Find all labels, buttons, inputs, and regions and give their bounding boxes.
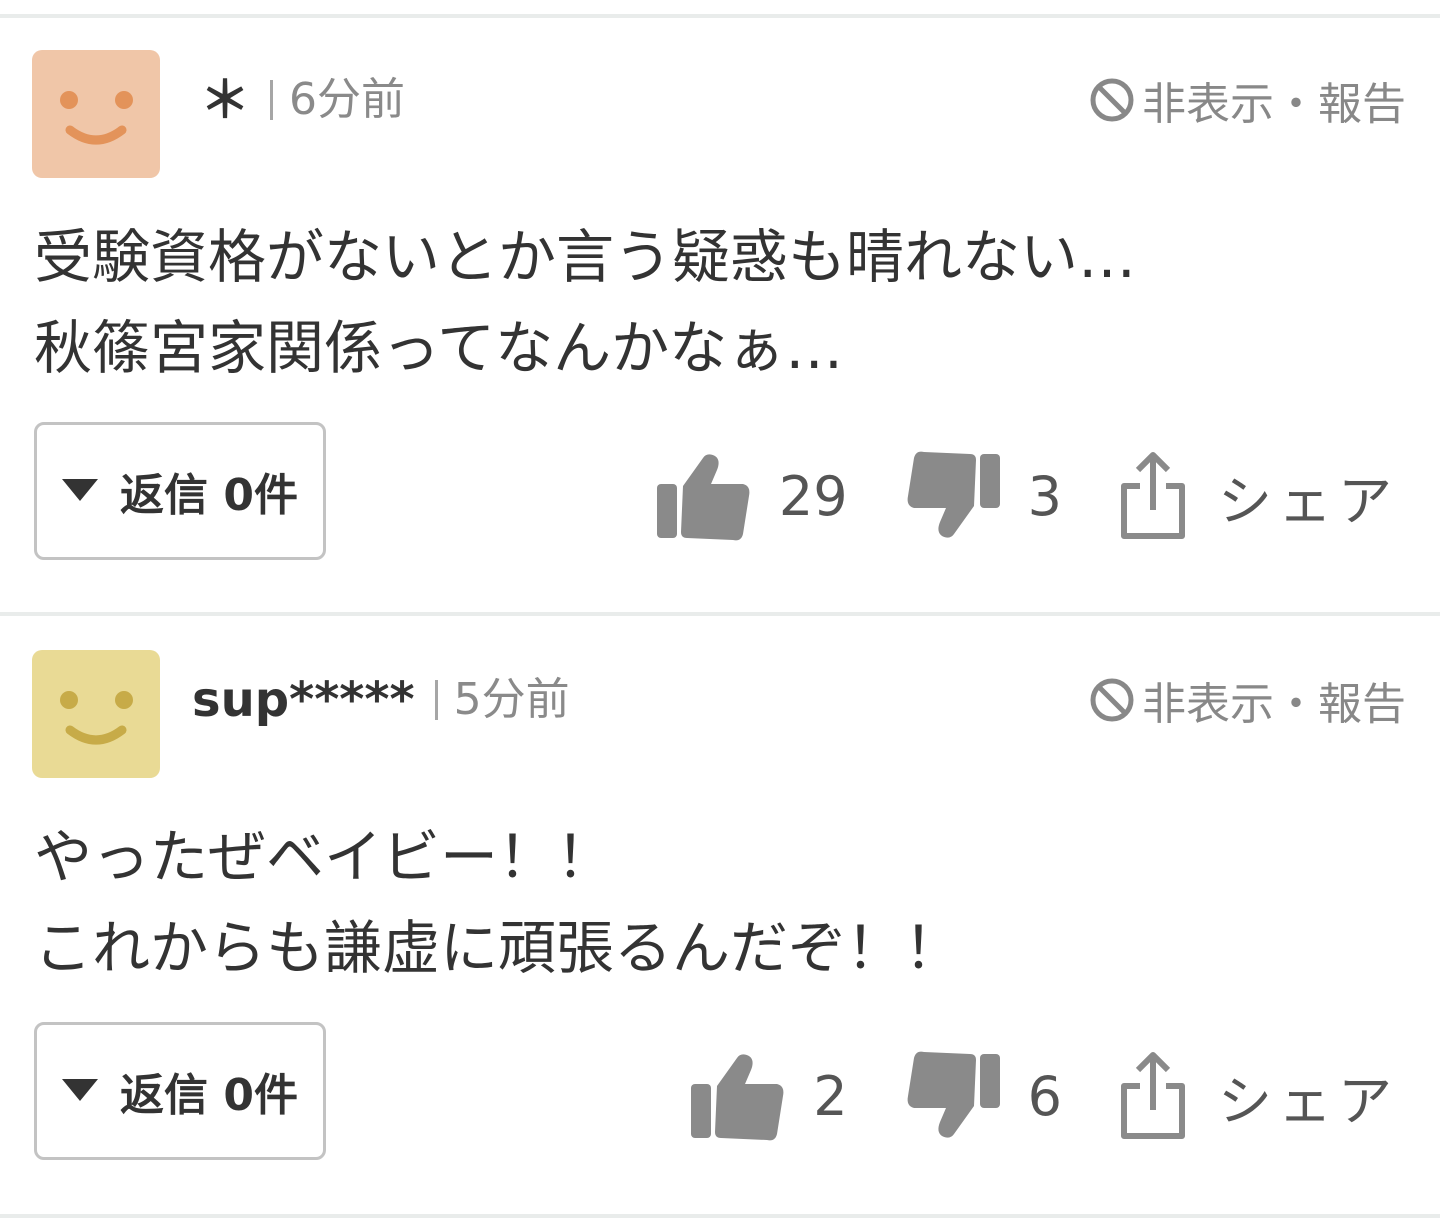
comment-meta: sup***** 5分前 xyxy=(192,670,570,730)
comment-body: やったぜベイビー！！ これからも謙虚に頑張るんだぞ！！ xyxy=(34,812,962,994)
comment-line: 受験資格がないとか言う疑惑も晴れない… xyxy=(34,223,1137,291)
share-icon xyxy=(1121,452,1185,539)
triangle-down-icon xyxy=(62,1079,99,1101)
comment-actions: 2 6 シェア xyxy=(689,1046,1398,1146)
like-button[interactable]: 2 xyxy=(689,1050,848,1142)
reply-toggle-button[interactable]: 返信 0件 xyxy=(34,422,326,560)
avatar[interactable] xyxy=(32,650,160,778)
like-button[interactable]: 29 xyxy=(655,450,848,542)
dislike-count: 6 xyxy=(1027,1064,1062,1128)
thumbs-up-icon xyxy=(656,454,750,541)
triangle-down-icon xyxy=(62,479,99,501)
report-label: 非表示・報告 xyxy=(1142,79,1406,130)
thumbs-down-icon xyxy=(907,1051,1000,1138)
reply-label: 返信 0件 xyxy=(120,1070,298,1121)
smiley-face-icon xyxy=(60,691,133,745)
prohibit-icon xyxy=(1090,678,1134,722)
share-icon xyxy=(1121,1052,1185,1139)
prohibit-icon xyxy=(1090,78,1134,122)
share-button[interactable]: シェア xyxy=(1118,1050,1398,1142)
like-count: 29 xyxy=(778,464,848,528)
comment-item: sup***** 5分前 非表示・報告 やったぜベイビー！！ これからも謙虚に頑… xyxy=(0,616,1440,1212)
share-label: シェア xyxy=(1218,1069,1398,1133)
bottom-divider xyxy=(0,1214,1440,1218)
thumbs-up-icon xyxy=(691,1054,784,1141)
hide-report-link[interactable]: 非表示・報告 xyxy=(1088,670,1406,730)
meta-separator xyxy=(434,680,438,720)
report-label: 非表示・報告 xyxy=(1142,679,1406,730)
comment-body: 受験資格がないとか言う疑惑も晴れない… 秋篠宮家関係ってなんかなぁ… xyxy=(34,212,1136,394)
comment-line: 秋篠宮家関係ってなんかなぁ… xyxy=(34,314,844,382)
comment-line: これからも謙虚に頑張るんだぞ！！ xyxy=(34,914,963,982)
like-count: 2 xyxy=(813,1064,848,1128)
meta-separator xyxy=(270,80,273,120)
reply-label: 返信 0件 xyxy=(120,470,298,521)
username[interactable]: ＊ xyxy=(200,70,250,130)
share-button[interactable]: シェア xyxy=(1118,450,1398,542)
comment-actions: 29 3 シェア xyxy=(655,446,1398,546)
username[interactable]: sup***** xyxy=(192,670,415,730)
smiley-face-icon xyxy=(60,91,133,145)
dislike-count: 3 xyxy=(1027,464,1062,528)
share-label: シェア xyxy=(1218,469,1398,533)
avatar[interactable] xyxy=(32,50,160,178)
reply-toggle-button[interactable]: 返信 0件 xyxy=(34,1022,326,1160)
comment-line: やったぜベイビー！！ xyxy=(34,823,615,891)
dislike-button[interactable]: 3 xyxy=(904,450,1062,542)
comment-item: ＊ 6分前 非表示・報告 受験資格がないとか言う疑惑も晴れない… 秋篠宮家関係っ… xyxy=(0,16,1440,612)
timestamp: 6分前 xyxy=(289,74,405,125)
dislike-button[interactable]: 6 xyxy=(904,1050,1062,1142)
timestamp: 5分前 xyxy=(453,674,570,725)
thumbs-down-icon xyxy=(907,451,1000,538)
comment-meta: ＊ 6分前 xyxy=(192,70,405,130)
hide-report-link[interactable]: 非表示・報告 xyxy=(1088,70,1406,130)
